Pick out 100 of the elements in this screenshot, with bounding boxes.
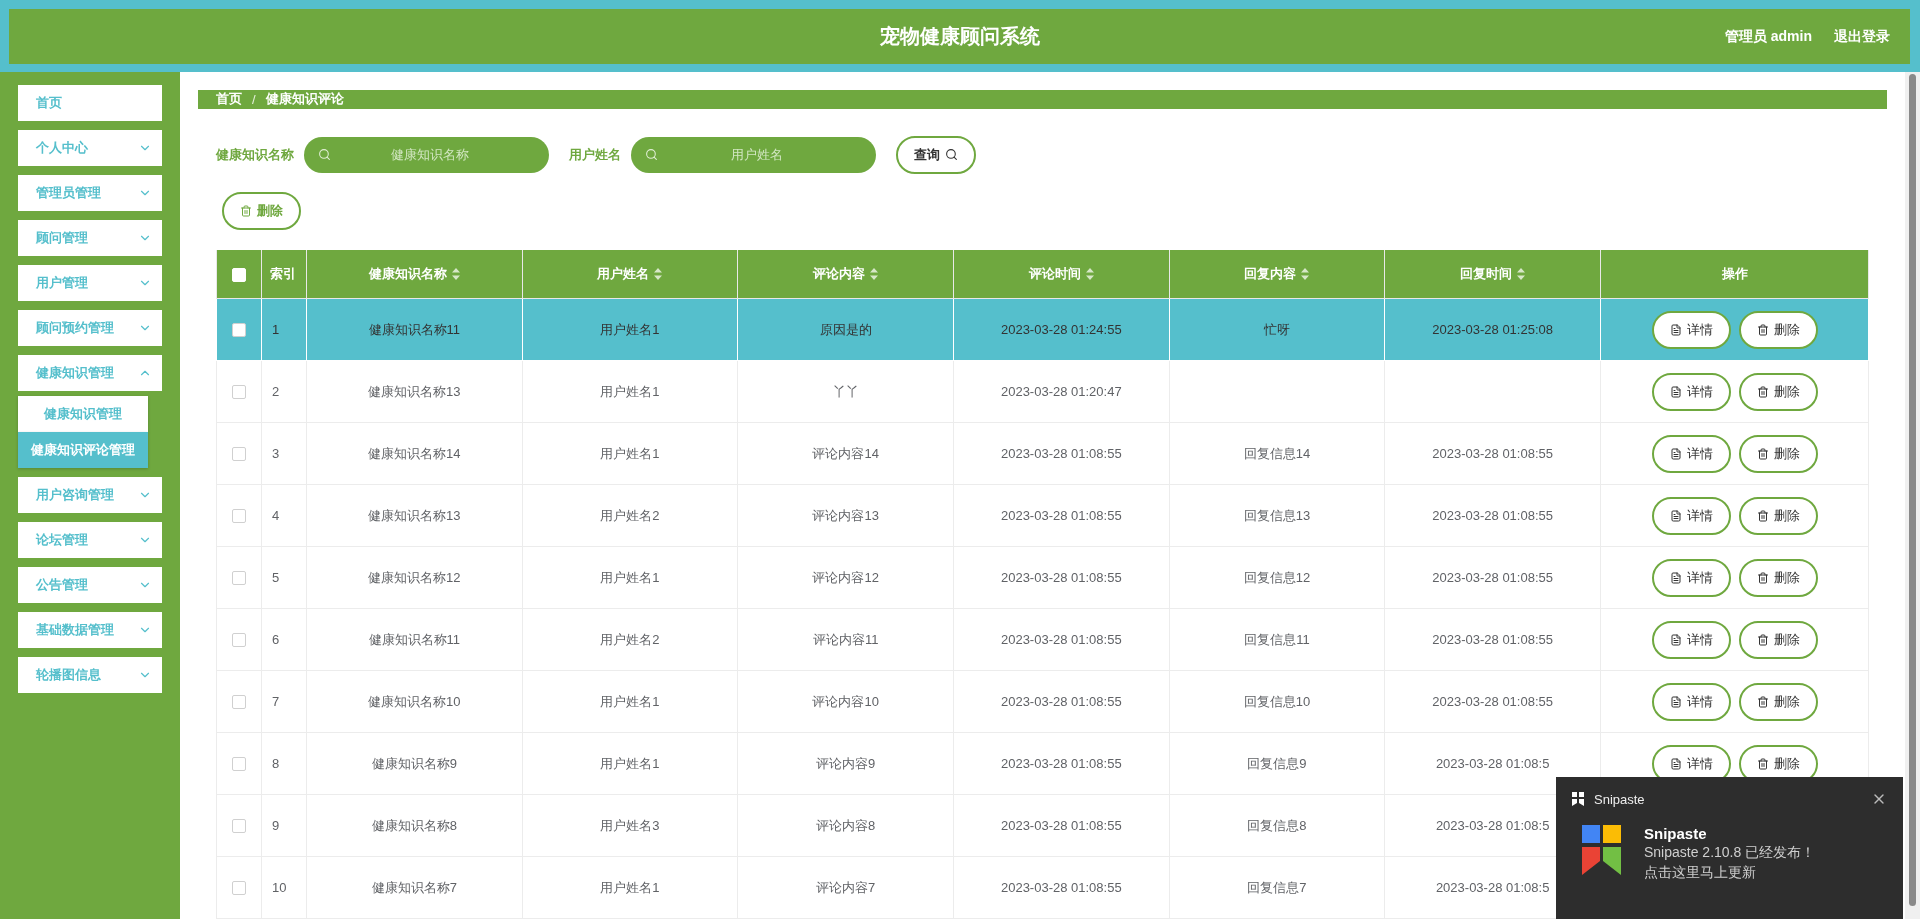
row-checkbox[interactable]: [232, 757, 246, 772]
table-cell: 用户姓名1: [600, 693, 660, 709]
delete-button[interactable]: 删除: [1738, 310, 1818, 349]
search-field[interactable]: 用户姓名: [631, 136, 876, 173]
table-row[interactable]: 7 健康知识名称10 用户姓名1 评论内容10 2023-03-28 01:08:55 回复信息10 2023-03-28 01:08:55 详情 删除: [216, 670, 1869, 733]
table-cell: 2023-03-28 01:08:55: [1432, 570, 1553, 585]
app-logo-icon: [1582, 825, 1622, 875]
trash-icon: [1756, 385, 1769, 398]
delete-button[interactable]: 删除: [1738, 620, 1818, 659]
row-checkbox[interactable]: [232, 385, 246, 400]
table-cell: 用户姓名2: [600, 507, 660, 523]
column-header: 索引: [261, 249, 307, 299]
table-cell: 评论内容14: [812, 445, 879, 461]
table-cell: 2023-03-28 01:08:5: [1435, 880, 1550, 895]
trash-icon: [1756, 447, 1769, 460]
table-cell: 忙呀: [1263, 321, 1290, 337]
select-all-checkbox[interactable]: [232, 267, 246, 282]
table-row[interactable]: 8 健康知识名称9 用户姓名1 评论内容9 2023-03-28 01:08:55 回复信息9 2023-03-28 01:08:5 详情 删除: [216, 732, 1869, 795]
table-cell: 2023-03-28 01:08:55: [1000, 446, 1122, 461]
row-checkbox[interactable]: [232, 633, 246, 648]
table-cell: 评论内容9: [816, 755, 876, 771]
details-button[interactable]: 详情: [1651, 682, 1731, 721]
table-row[interactable]: 5 健康知识名称12 用户姓名1 评论内容12 2023-03-28 01:08:55 回复信息12 2023-03-28 01:08:55 详情 删除: [216, 546, 1869, 609]
details-button[interactable]: 详情: [1651, 434, 1731, 473]
row-checkbox[interactable]: [232, 323, 246, 338]
delete-button[interactable]: 删除: [1738, 558, 1818, 597]
delete-button[interactable]: 删除: [1738, 372, 1818, 411]
trash-icon: [1756, 633, 1769, 646]
table-cell: 2023-03-28 01:24:55: [1000, 322, 1122, 337]
table-cell: 健康知识名称11: [368, 631, 461, 647]
table-cell: 原因是的: [819, 321, 872, 337]
table-cell: 2023-03-28 01:08:55: [1000, 508, 1122, 523]
sort-icon[interactable]: [1085, 267, 1094, 280]
scrollbar-thumb[interactable]: [1909, 74, 1916, 906]
table-cell: 用户姓名2: [600, 631, 660, 647]
delete-button[interactable]: 删除: [1738, 434, 1818, 473]
notification-popup[interactable]: Snipaste Snipaste Snipaste 2.10.8 已经发布！ 点击这里马上更新: [1556, 777, 1903, 919]
table-cell: 6: [272, 632, 280, 647]
app-title: 宠物健康顾问系统: [879, 24, 1040, 49]
delete-button[interactable]: 删除: [1738, 682, 1818, 721]
table-cell: 2023-03-28 01:08:5: [1435, 756, 1550, 771]
trash-icon: [1756, 509, 1769, 522]
breadcrumb-item: 健康知识评论: [265, 90, 344, 109]
details-button[interactable]: 详情: [1651, 496, 1731, 535]
document-icon: [1669, 385, 1682, 398]
table-row[interactable]: 4 健康知识名称13 用户姓名2 评论内容13 2023-03-28 01:08:55 回复信息13 2023-03-28 01:08:55 详情 删除: [216, 484, 1869, 547]
sort-icon[interactable]: [451, 267, 460, 280]
table-cell: 用户姓名1: [600, 445, 660, 461]
search-button[interactable]: 查询: [896, 135, 976, 174]
table-cell: 2023-03-28 01:08:55: [1000, 570, 1122, 585]
document-icon: [1669, 447, 1682, 460]
field-label: 用户姓名: [569, 145, 621, 164]
row-checkbox[interactable]: [232, 447, 246, 462]
table-row[interactable]: 6 健康知识名称11 用户姓名2 评论内容11 2023-03-28 01:08:55 回复信息11 2023-03-28 01:08:55 详情 删除: [216, 608, 1869, 671]
table-cell: 1: [272, 322, 280, 337]
trash-icon: [240, 204, 252, 217]
table-cell: 回复信息12: [1243, 569, 1311, 585]
search-field[interactable]: 健康知识名称: [304, 136, 549, 173]
details-button[interactable]: 详情: [1651, 310, 1731, 349]
user-label: 管理员 admin: [1724, 27, 1812, 46]
row-checkbox[interactable]: [232, 695, 246, 710]
document-icon: [1669, 757, 1682, 770]
table-cell: 回复信息13: [1243, 507, 1311, 523]
notification-title: Snipaste: [1644, 825, 1708, 842]
delete-button[interactable]: 删除: [1738, 496, 1818, 535]
details-button[interactable]: 详情: [1651, 620, 1731, 659]
search-icon: [645, 147, 658, 161]
table-cell: 用户姓名1: [600, 879, 660, 895]
sort-icon[interactable]: [870, 267, 879, 280]
table-cell: 丫丫: [832, 383, 859, 399]
table-cell: 评论内容10: [812, 693, 879, 709]
document-icon: [1669, 509, 1682, 522]
table-row[interactable]: 3 健康知识名称14 用户姓名1 评论内容14 2023-03-28 01:08:55 回复信息14 2023-03-28 01:08:55 详情 删除: [216, 422, 1869, 485]
trash-icon: [1756, 695, 1769, 708]
sort-icon[interactable]: [1301, 267, 1310, 280]
table-cell: 用户姓名1: [600, 755, 660, 771]
table-row[interactable]: 2 健康知识名称13 用户姓名1 丫丫 2023-03-28 01:20:47 详情 删除: [216, 360, 1869, 423]
table-cell: 评论内容8: [816, 817, 876, 833]
table-cell: 2023-03-28 01:20:47: [1000, 384, 1122, 399]
trash-icon: [1756, 757, 1769, 770]
details-button[interactable]: 详情: [1651, 372, 1731, 411]
table-cell: 用户姓名1: [600, 383, 660, 399]
row-checkbox[interactable]: [232, 571, 246, 586]
column-header: 操作: [1600, 249, 1869, 299]
table-cell: 2023-03-28 01:08:55: [1000, 756, 1122, 771]
scrollbar[interactable]: [1905, 72, 1920, 919]
table-row[interactable]: 1 健康知识名称11 用户姓名1 原因是的 2023-03-28 01:24:55 忙呀 2023-03-28 01:25:08 详情 删除: [216, 298, 1869, 361]
sort-icon[interactable]: [654, 267, 663, 280]
row-checkbox[interactable]: [232, 819, 246, 834]
row-checkbox[interactable]: [232, 881, 246, 896]
table-cell: 8: [272, 756, 280, 771]
breadcrumb-separator: /: [252, 91, 256, 107]
table-cell: 回复信息8: [1247, 817, 1307, 833]
search-icon: [945, 148, 958, 161]
table-cell: 评论内容11: [812, 631, 879, 647]
sort-icon[interactable]: [1517, 267, 1526, 280]
table-cell: 健康知识名称9: [371, 755, 457, 771]
update-link[interactable]: 点击这里马上更新: [1644, 864, 1816, 882]
row-checkbox[interactable]: [232, 509, 246, 524]
details-button[interactable]: 详情: [1651, 558, 1731, 597]
